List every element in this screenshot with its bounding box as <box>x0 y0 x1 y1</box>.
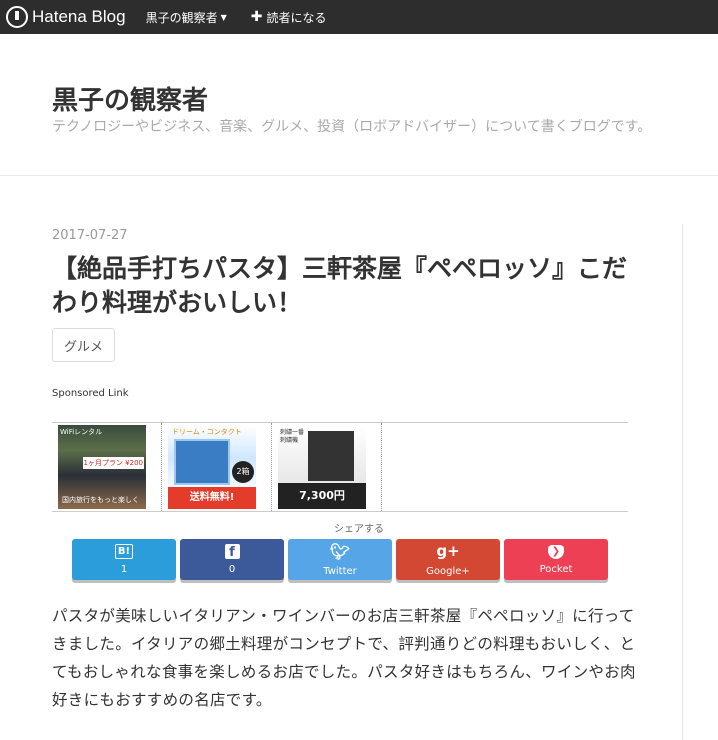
ad-image: WiFiレンタル 1ヶ月プラン ¥200 国内旅行をもっと楽しく <box>58 425 146 509</box>
ad-text: 送料無料! <box>168 487 256 509</box>
facebook-share-button[interactable]: f 0 <box>180 539 284 580</box>
ad-image: 刺繍一番刺繍機 7,300円 <box>278 425 366 509</box>
entry-title[interactable]: 【絶品手打ちパスタ】三軒茶屋『ペペロッソ』こだわり料理がおいしい！ <box>52 252 642 320</box>
entry-body-paragraph: パスタが美味しいイタリアン・ワインバーのお店三軒茶屋『ペペロッソ』に行ってきまし… <box>52 607 636 709</box>
global-header: Hatena Blog 黒子の観察者 ▼ ✚ 読者になる <box>0 0 718 34</box>
sidebar-divider <box>682 224 683 740</box>
ad-contact-lens[interactable]: ドリーム・コンタクト 2箱 送料無料! <box>162 423 272 511</box>
twitter-label: Twitter <box>323 565 357 577</box>
ad-text: 1ヶ月プラン ¥200 <box>82 457 144 469</box>
google-plus-share-button[interactable]: g+ Google+ <box>396 539 500 580</box>
subscribe-button[interactable]: ✚ 読者になる <box>251 9 327 26</box>
ad-banner-row: WiFiレンタル 1ヶ月プラン ¥200 国内旅行をもっと楽しく ドリーム・コン… <box>52 422 628 512</box>
ad-text: WiFiレンタル <box>60 428 103 436</box>
google-plus-label: Google+ <box>426 565 470 577</box>
pocket-label: Pocket <box>539 563 573 575</box>
hatena-bookmark-count: 1 <box>120 564 128 575</box>
subscribe-label: 読者になる <box>266 10 327 25</box>
hatena-bookmark-icon: B! <box>114 544 134 559</box>
ad-image: ドリーム・コンタクト 2箱 送料無料! <box>168 425 256 509</box>
hatena-logo-icon <box>6 6 28 28</box>
twitter-share-button[interactable]: 🐦︎ Twitter <box>288 539 392 580</box>
hatena-blog-logo[interactable]: Hatena Blog <box>0 0 126 34</box>
twitter-bird-icon: 🐦︎ <box>329 541 351 561</box>
facebook-count: 0 <box>228 564 236 575</box>
hatena-bookmark-button[interactable]: B! 1 <box>72 539 176 580</box>
blog-header: 黒子の観察者 テクノロジーやビジネス、音楽、グルメ、投資（ロボアドバイザー）につ… <box>0 34 718 176</box>
facebook-icon: f <box>224 544 240 560</box>
brand-name: Hatena Blog <box>32 7 126 26</box>
pocket-share-button[interactable]: ❯ Pocket <box>504 539 608 580</box>
google-plus-icon: g+ <box>436 541 460 560</box>
share-label: シェアする <box>334 524 384 535</box>
ad-text: 国内旅行をもっと楽しく <box>62 496 139 504</box>
blog-title[interactable]: 黒子の観察者 <box>52 80 208 117</box>
category-tag[interactable]: グルメ <box>52 328 116 362</box>
machine-image <box>308 431 354 481</box>
pocket-icon: ❯ <box>548 544 564 559</box>
share-buttons: B! 1 f 0 🐦︎ Twitter g+ Google+ ❯ Pocket <box>72 539 608 580</box>
entry-date[interactable]: 2017-07-27 <box>52 228 128 243</box>
sponsored-label: Sponsored Link <box>52 388 129 399</box>
blog-description: テクノロジーやビジネス、音楽、グルメ、投資（ロボアドバイザー）について書くブログ… <box>52 119 652 135</box>
blog-menu-label: 黒子の観察者 <box>145 10 218 25</box>
ad-badge: 2箱 <box>232 461 254 483</box>
blog-menu-dropdown[interactable]: 黒子の観察者 ▼ <box>146 9 227 26</box>
product-box <box>174 439 230 485</box>
ad-wifi-rental[interactable]: WiFiレンタル 1ヶ月プラン ¥200 国内旅行をもっと楽しく <box>52 423 162 511</box>
ad-embroidery[interactable]: 刺繍一番刺繍機 7,300円 <box>272 423 382 511</box>
caret-down-icon: ▼ <box>220 12 227 22</box>
ad-text: 刺繍一番刺繍機 <box>280 429 305 444</box>
plus-icon: ✚ <box>250 9 263 25</box>
ad-price: 7,300円 <box>278 483 366 509</box>
ad-text: ドリーム・コンタクト <box>172 428 242 436</box>
